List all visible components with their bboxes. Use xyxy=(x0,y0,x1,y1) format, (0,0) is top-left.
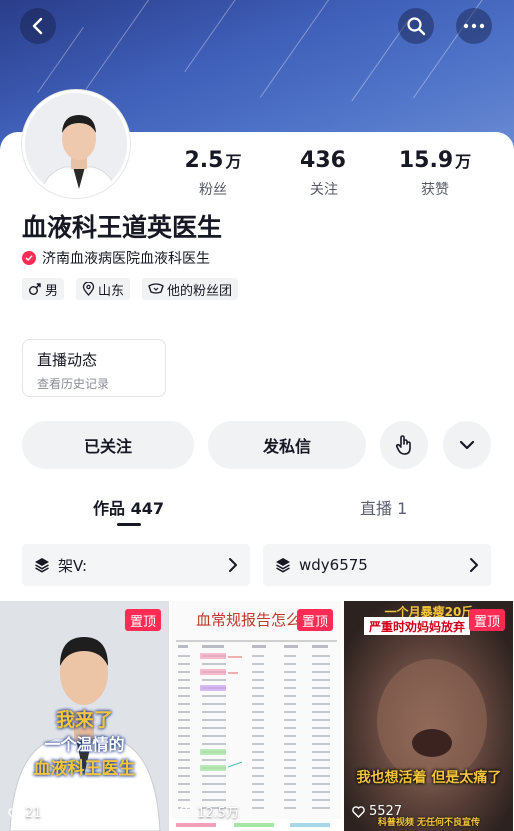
pinned-badge: 置顶 xyxy=(296,609,333,631)
chevron-left-icon xyxy=(32,17,43,35)
pinned-badge: 置顶 xyxy=(468,609,505,631)
collection-chip-2-label: wdy6575 xyxy=(299,556,368,574)
stat-following-value: 436 xyxy=(300,148,346,173)
stat-fans-value: 2.5 xyxy=(184,148,224,173)
hand-tap-icon xyxy=(395,435,411,455)
stat-fans[interactable]: 2.5 万 粉丝 xyxy=(168,148,258,199)
follow-button[interactable]: 已关注 xyxy=(22,421,194,469)
more-button[interactable] xyxy=(456,8,492,44)
collection-chip-1-label: 架V: xyxy=(58,556,88,575)
profile-name: 血液科王道英医生 xyxy=(22,213,223,242)
tag-fan-club[interactable]: 他的粉丝团 xyxy=(142,278,239,300)
layers-icon xyxy=(276,558,290,573)
collection-chip-2[interactable]: wdy6575 xyxy=(263,544,491,586)
stat-following[interactable]: 436 关注 xyxy=(279,148,369,199)
expand-button[interactable] xyxy=(443,421,491,469)
heart-icon xyxy=(8,807,21,820)
video-tile-2[interactable]: 血常规报告怎么 置顶 12.5万 xyxy=(172,601,341,831)
live-history-card[interactable]: 直播动态 查看历史记录 xyxy=(22,339,166,397)
fan-club-icon xyxy=(148,283,164,294)
tab-active-indicator xyxy=(117,523,141,526)
video-3-caption: 我也想活着 但是太痛了 xyxy=(356,770,502,786)
tab-live[interactable]: 直播 1 xyxy=(360,495,407,519)
search-button[interactable] xyxy=(398,8,434,44)
verification-row: 济南血液病医院血液科医生 xyxy=(22,248,210,268)
avatar[interactable] xyxy=(22,90,130,198)
verified-icon xyxy=(22,251,36,265)
collection-chip-1[interactable]: 架V: xyxy=(22,544,250,586)
chevron-down-icon xyxy=(459,440,475,450)
heart-icon xyxy=(352,805,365,818)
stat-likes-label: 获赞 xyxy=(421,182,449,198)
video-1-caption-bot: 血液科王医生 xyxy=(33,759,136,779)
more-icon xyxy=(463,23,485,29)
back-button[interactable] xyxy=(20,8,56,44)
video-tile-1[interactable]: 我来了 一个温情的 血液科王医生 置顶 21 xyxy=(0,601,169,831)
stat-following-label: 关注 xyxy=(310,182,338,198)
live-history-subtitle: 查看历史记录 xyxy=(37,377,110,391)
video-thumbnail xyxy=(344,601,513,831)
pinned-badge: 置顶 xyxy=(124,609,161,631)
tab-works[interactable]: 作品 447 xyxy=(93,495,164,519)
tag-location: 山东 xyxy=(76,278,131,300)
search-icon xyxy=(407,17,426,36)
like-count: 5527 xyxy=(352,804,402,819)
tag-gender: 男 xyxy=(22,278,65,300)
stat-fans-label: 粉丝 xyxy=(199,182,227,198)
video-1-caption-mid: 一个温情的 xyxy=(44,735,125,754)
layers-icon xyxy=(35,558,49,573)
live-history-title: 直播动态 xyxy=(37,351,98,369)
like-count: 21 xyxy=(8,806,42,821)
male-icon xyxy=(29,283,41,295)
location-pin-icon xyxy=(82,282,95,296)
video-3-banner: 严重时劝妈妈放弃 xyxy=(364,617,471,635)
heart-icon xyxy=(180,805,193,818)
profile-tags: 男 山东 他的粉丝团 xyxy=(22,278,239,300)
stat-likes-value: 15.9 xyxy=(398,148,454,173)
like-count: 12.5万 xyxy=(180,802,239,821)
verification-text: 济南血液病医院血液科医生 xyxy=(42,251,210,267)
video-tile-3[interactable]: 一个月暴瘦20斤 严重时劝妈妈放弃 我也想活着 但是太痛了 科普视频 无任何不良… xyxy=(344,601,513,831)
message-button[interactable]: 发私信 xyxy=(208,421,366,469)
video-1-caption-top: 我来了 xyxy=(55,709,113,731)
chevron-right-icon xyxy=(470,558,478,572)
chevron-right-icon xyxy=(229,558,237,572)
tap-button[interactable] xyxy=(380,421,428,469)
stat-likes[interactable]: 15.9 万 获赞 xyxy=(390,148,480,199)
